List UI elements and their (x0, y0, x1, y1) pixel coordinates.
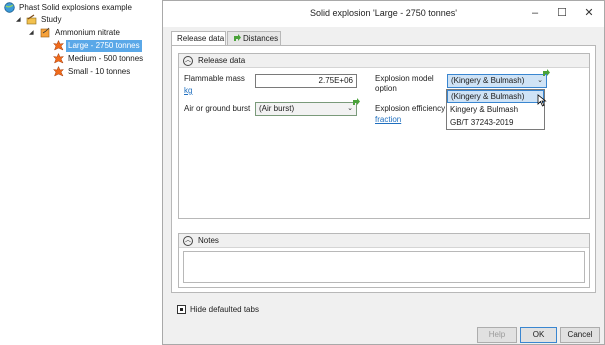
release-data-panel: ︿ Release data Flammable mass kg 2.75E+0… (171, 45, 596, 293)
flammable-mass-label: Flammable mass (184, 74, 245, 83)
chevron-down-icon: ⌄ (537, 77, 543, 84)
collapse-arrow-icon[interactable]: ◢ (16, 17, 22, 23)
tree-item-label: Large - 2750 tonnes (66, 40, 142, 52)
tab-release-data[interactable]: Release data (171, 31, 226, 46)
notes-group: ︿ Notes (178, 233, 590, 288)
notes-group-header[interactable]: ︿ Notes (179, 234, 589, 248)
notes-textarea[interactable] (183, 251, 585, 283)
explosion-model-dropdown: (Kingery & Bulmash) Kingery & Bulmash GB… (446, 89, 545, 130)
explosion-efficiency-label: Explosion efficiency (375, 104, 446, 113)
dropdown-option[interactable]: Kingery & Bulmash (447, 103, 544, 116)
tree-item-study[interactable]: Study (26, 14, 63, 26)
explosion-model-label: Explosion model option (375, 74, 434, 93)
explosion-model-select[interactable]: (Kingery & Bulmash) ⌄ (447, 74, 547, 88)
globe-icon (4, 2, 15, 13)
burst-select-value: (Air burst) (259, 104, 295, 113)
dialog-titlebar[interactable]: Solid explosion 'Large - 2750 tonnes' – … (163, 1, 604, 27)
help-button[interactable]: Help (477, 327, 517, 343)
notes-title: Notes (198, 236, 219, 245)
explosion-efficiency-unit-link[interactable]: fraction (375, 115, 401, 124)
burst-select[interactable]: (Air burst) ⌄ (255, 102, 357, 116)
explosion-icon (53, 40, 64, 51)
burst-label: Air or ground burst (184, 104, 251, 113)
release-data-group: ︿ Release data Flammable mass kg 2.75E+0… (178, 53, 590, 219)
tree-item-root[interactable]: Phast Solid explosions example (4, 2, 134, 14)
default-leaf-icon (353, 98, 360, 105)
solid-explosion-dialog: Solid explosion 'Large - 2750 tonnes' – … (162, 0, 605, 345)
tree-item-small[interactable]: Small - 10 tonnes (53, 66, 132, 78)
tree-item-material[interactable]: Ammonium nitrate (40, 27, 122, 39)
explosion-model-select-value: (Kingery & Bulmash) (451, 76, 525, 85)
tree-item-label: Medium - 500 tonnes (68, 54, 144, 63)
collapse-chevron-icon[interactable]: ︿ (183, 56, 193, 66)
flammable-mass-input[interactable]: 2.75E+06 (255, 74, 357, 88)
ok-button[interactable]: OK (520, 327, 557, 343)
dropdown-option[interactable]: (Kingery & Bulmash) (447, 90, 544, 103)
tree-study-label: Study (41, 15, 62, 24)
tree-item-medium[interactable]: Medium - 500 tonnes (53, 53, 145, 65)
distances-icon (234, 34, 241, 41)
collapse-chevron-icon[interactable]: ︿ (183, 236, 193, 246)
tree-item-label: Small - 10 tonnes (68, 67, 131, 76)
explosion-icon (53, 66, 64, 77)
minimize-button[interactable]: – (526, 5, 544, 21)
tab-distances[interactable]: Distances (227, 31, 281, 45)
release-data-group-header[interactable]: ︿ Release data (179, 54, 589, 68)
tree-material-label: Ammonium nitrate (55, 28, 120, 37)
tree-root-label: Phast Solid explosions example (19, 3, 132, 12)
release-group-title: Release data (198, 56, 246, 65)
close-button[interactable]: ✕ (580, 5, 598, 21)
mouse-cursor-icon (537, 94, 547, 107)
maximize-button[interactable]: ☐ (553, 5, 571, 21)
cancel-button[interactable]: Cancel (560, 327, 600, 343)
material-icon (40, 27, 50, 38)
flammable-mass-unit-link[interactable]: kg (184, 86, 192, 95)
hide-defaulted-label: Hide defaulted tabs (190, 305, 259, 314)
dropdown-option[interactable]: GB/T 37243-2019 (447, 116, 544, 129)
tree-item-large[interactable]: Large - 2750 tonnes (53, 40, 142, 52)
study-tree: Phast Solid explosions example ◢ Study ◢… (0, 0, 165, 345)
hide-defaulted-checkbox[interactable] (177, 305, 186, 314)
collapse-arrow-icon[interactable]: ◢ (29, 30, 35, 36)
study-icon (26, 14, 37, 25)
explosion-icon (53, 53, 64, 64)
default-leaf-icon (543, 69, 550, 76)
